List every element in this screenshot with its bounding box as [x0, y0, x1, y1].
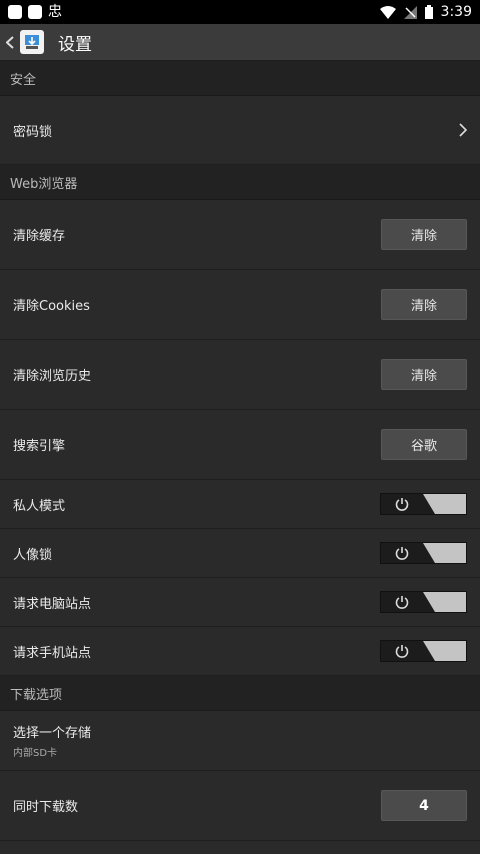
private-mode-label: 私人模式: [13, 498, 66, 514]
portrait-lock-toggle[interactable]: [380, 542, 467, 564]
concurrent-downloads-button[interactable]: 4: [381, 790, 467, 821]
clock: 3:39: [440, 4, 472, 20]
power-icon: [395, 498, 409, 511]
portrait-lock-row: 人像锁: [0, 529, 480, 578]
notification-glyph: 忠: [48, 4, 62, 20]
chevron-right-icon: [459, 123, 467, 137]
notification-icon: [8, 5, 22, 19]
status-bar: 忠 3:39: [0, 0, 480, 24]
portrait-lock-label: 人像锁: [13, 547, 53, 563]
request-mobile-label: 请求手机站点: [13, 645, 92, 661]
power-icon: [395, 596, 409, 609]
private-mode-toggle[interactable]: [380, 493, 467, 515]
page-title: 设置: [58, 34, 92, 55]
search-engine-row: 搜索引擎 谷歌: [0, 410, 480, 480]
notification-icon: [28, 5, 42, 19]
section-header-security: 安全: [0, 61, 480, 96]
app-download-icon: [20, 30, 44, 54]
storage-label: 选择一个存储: [13, 726, 92, 741]
private-mode-row: 私人模式: [0, 480, 480, 529]
search-engine-button[interactable]: 谷歌: [381, 429, 467, 460]
request-desktop-row: 请求电脑站点: [0, 578, 480, 627]
request-mobile-toggle[interactable]: [380, 640, 467, 662]
storage-value: 内部SD卡: [13, 748, 58, 759]
signal-icon: [403, 5, 417, 19]
password-lock-row[interactable]: 密码锁: [0, 96, 480, 165]
storage-row[interactable]: 选择一个存储 内部SD卡: [0, 711, 480, 771]
clear-cache-label: 清除缓存: [13, 229, 66, 244]
clear-cookies-row: 清除Cookies 清除: [0, 270, 480, 340]
battery-icon: [424, 5, 433, 19]
section-header-browser: Web浏览器: [0, 165, 480, 200]
power-icon: [395, 645, 409, 658]
request-desktop-label: 请求电脑站点: [13, 596, 92, 612]
clear-history-label: 清除浏览历史: [13, 369, 92, 384]
clear-cookies-label: 清除Cookies: [13, 299, 90, 314]
concurrent-downloads-label: 同时下载数: [13, 800, 79, 815]
clear-history-button[interactable]: 清除: [381, 359, 467, 390]
request-desktop-toggle[interactable]: [380, 591, 467, 613]
toolbar: 设置: [0, 24, 480, 61]
clear-cache-button[interactable]: 清除: [381, 219, 467, 250]
concurrent-downloads-row: 同时下载数 4: [0, 771, 480, 841]
clear-history-row: 清除浏览历史 清除: [0, 340, 480, 410]
back-arrow-icon: [6, 35, 14, 49]
section-header-download: 下载选项: [0, 676, 480, 711]
request-mobile-row: 请求手机站点: [0, 627, 480, 676]
back-button[interactable]: [2, 35, 18, 49]
power-icon: [395, 547, 409, 560]
wifi-icon: [379, 5, 396, 19]
password-lock-label: 密码锁: [13, 124, 53, 140]
clear-cache-row: 清除缓存 清除: [0, 200, 480, 270]
search-engine-label: 搜索引擎: [13, 439, 66, 454]
clear-cookies-button[interactable]: 清除: [381, 289, 467, 320]
